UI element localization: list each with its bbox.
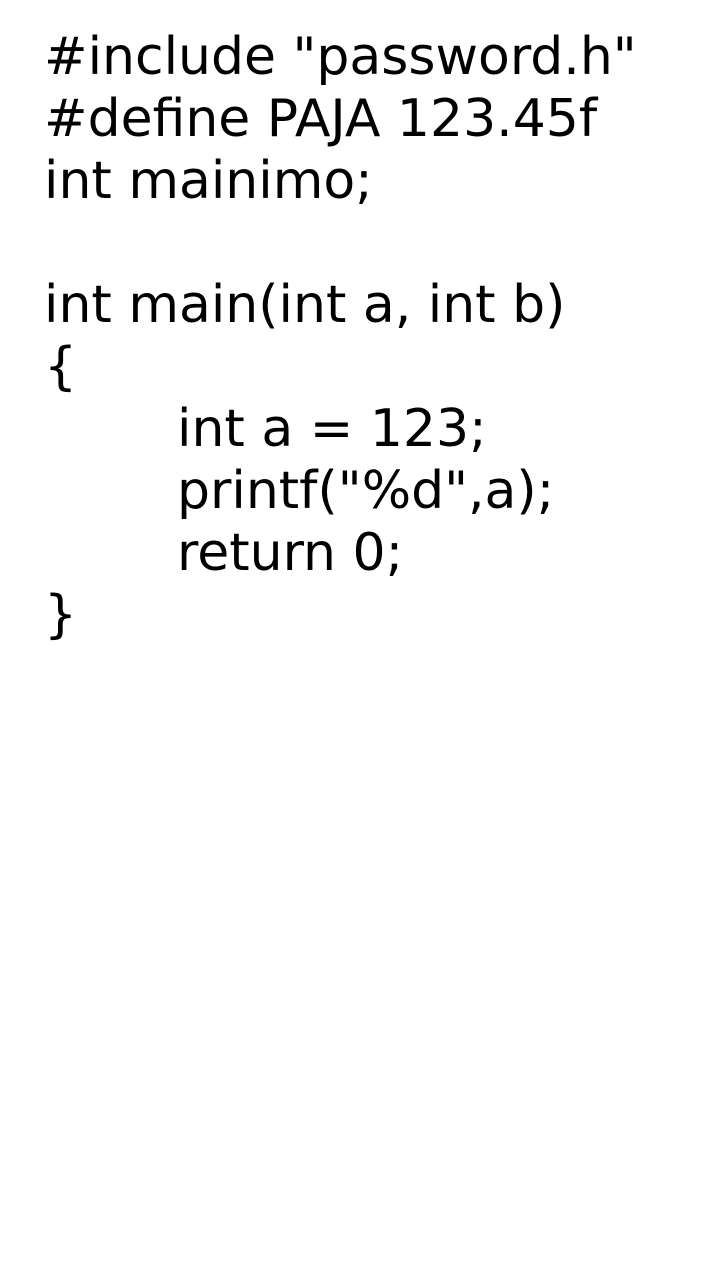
code-line-include: #include "password.h" xyxy=(44,27,637,87)
code-line-open-brace: { xyxy=(44,337,78,397)
code-line-main-signature: int main(int a, int b) xyxy=(44,275,566,335)
code-line-variable-assignment: int a = 123; xyxy=(177,399,487,459)
code-line-printf-call: printf("%d",a); xyxy=(177,461,555,521)
code-line-close-brace: } xyxy=(44,585,78,645)
code-line-define: #define PAJA 123.45f xyxy=(44,89,598,149)
code-line-return-statement: return 0; xyxy=(177,523,404,583)
code-line-global-declaration: int mainimo; xyxy=(44,151,373,211)
code-text-view: #include "password.h" #define PAJA 123.4… xyxy=(44,26,704,646)
